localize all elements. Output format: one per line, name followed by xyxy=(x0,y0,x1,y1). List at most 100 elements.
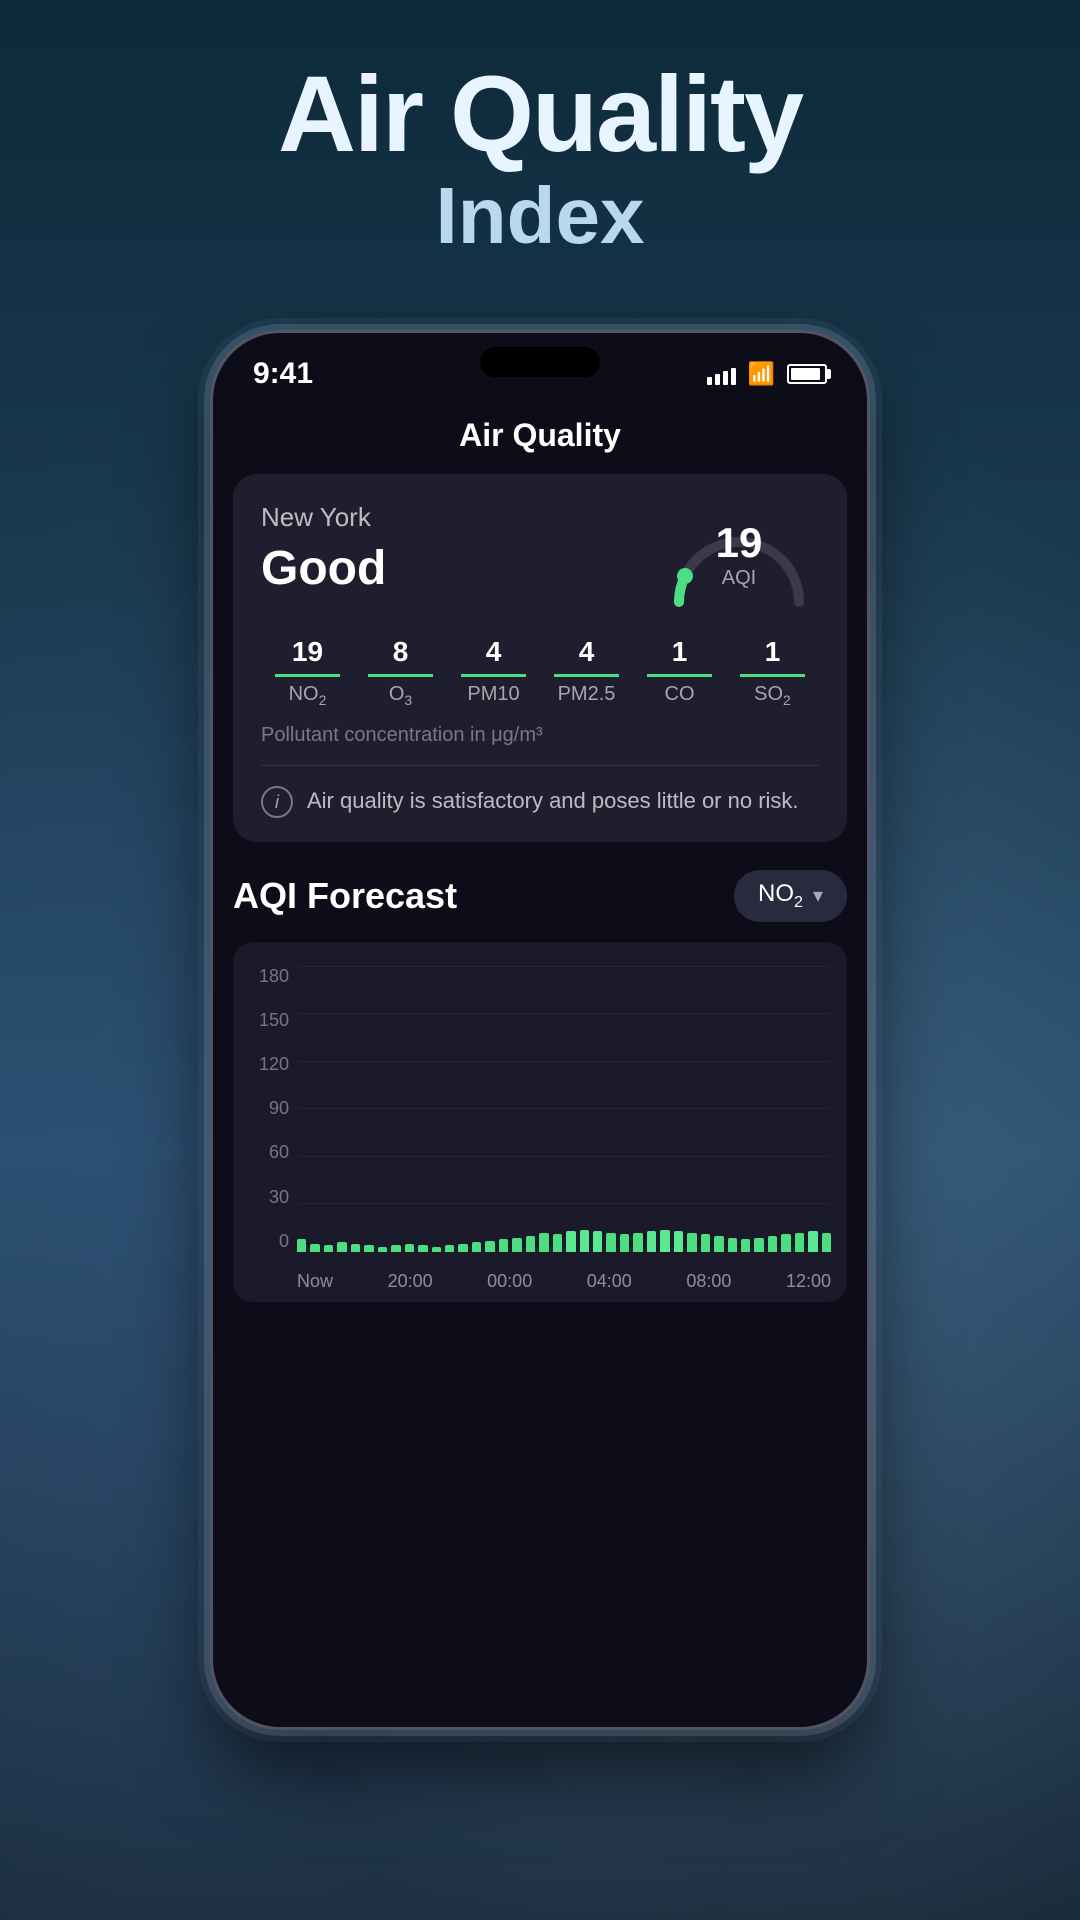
app-header: Air Quality xyxy=(213,403,867,474)
chart-bar xyxy=(405,1244,414,1252)
chart-bar xyxy=(566,1231,575,1252)
signal-bar-4 xyxy=(731,368,736,385)
info-text: Air quality is satisfactory and poses li… xyxy=(307,784,799,817)
battery-icon xyxy=(787,364,827,384)
pollutant-pm25-value: 4 xyxy=(540,636,633,668)
chart-y-label-180: 180 xyxy=(249,966,289,987)
chart-bar xyxy=(674,1231,683,1252)
chart-bar xyxy=(593,1231,602,1252)
pollutant-co: 1 CO xyxy=(633,636,726,708)
chart-bar xyxy=(337,1242,346,1252)
chart-bar xyxy=(499,1239,508,1252)
chart-bar xyxy=(795,1233,804,1252)
chart-y-label-150: 150 xyxy=(249,1010,289,1031)
pollutant-co-bar xyxy=(647,674,712,677)
phone-frame: 9:41 📶 Air Quality xyxy=(210,330,870,1730)
chart-bar xyxy=(485,1241,494,1252)
chart-bar xyxy=(606,1233,615,1252)
chart-bar xyxy=(822,1233,831,1252)
pollutant-no2: 19 NO2 xyxy=(261,636,354,708)
aqi-location: New York xyxy=(261,502,386,533)
chart-y-label-0: 0 xyxy=(249,1231,289,1252)
chart-bar xyxy=(553,1234,562,1251)
signal-bars-icon xyxy=(707,363,736,385)
forecast-dropdown-label: NO2 xyxy=(758,880,803,912)
chart-y-label-30: 30 xyxy=(249,1187,289,1208)
chart-bar xyxy=(472,1242,481,1252)
chart-x-label-now: Now xyxy=(297,1271,333,1292)
aqi-gauge-label: AQI xyxy=(722,567,756,590)
pollutants-grid: 19 NO2 8 O3 4 PM10 4 xyxy=(261,636,819,708)
pollutant-o3: 8 O3 xyxy=(354,636,447,708)
aqi-quality: Good xyxy=(261,541,386,596)
chart-bar xyxy=(324,1245,333,1251)
chart-bar xyxy=(633,1233,642,1252)
chart-bar xyxy=(580,1230,589,1252)
pollutant-pm25-name: PM2.5 xyxy=(540,683,633,706)
chart-x-label-0400: 04:00 xyxy=(587,1271,632,1292)
chart-bar xyxy=(701,1234,710,1251)
page-title-main: Air Quality xyxy=(0,60,1080,168)
chart-bar xyxy=(378,1247,387,1252)
info-note: Air quality is satisfactory and poses li… xyxy=(261,784,819,818)
aqi-card-top: New York Good 19 AQI xyxy=(261,502,819,612)
chart-bar xyxy=(754,1238,763,1252)
status-bar: 9:41 📶 xyxy=(213,333,867,403)
chart-bar xyxy=(768,1236,777,1252)
chart-bar xyxy=(432,1247,441,1252)
pollutant-pm10-name: PM10 xyxy=(447,683,540,706)
forecast-section: AQI Forecast NO2 ▾ 180 150 120 90 60 30 xyxy=(233,870,847,1302)
status-time: 9:41 xyxy=(253,357,313,391)
pollutant-co-value: 1 xyxy=(633,636,726,668)
aqi-gauge-container: 19 AQI xyxy=(659,502,819,612)
forecast-dropdown[interactable]: NO2 ▾ xyxy=(734,870,847,922)
battery-fill xyxy=(791,368,820,380)
chart-bar xyxy=(364,1245,373,1251)
chart-bar xyxy=(418,1245,427,1251)
signal-bar-3 xyxy=(723,371,728,385)
chart-bar xyxy=(714,1236,723,1252)
pollutant-o3-bar xyxy=(368,674,433,677)
pollutant-pm25-bar xyxy=(554,674,619,677)
chart-bar xyxy=(458,1244,467,1252)
chart-bar xyxy=(445,1245,454,1251)
pollutant-co-name: CO xyxy=(633,683,726,706)
scroll-content[interactable]: New York Good 19 AQI xyxy=(213,474,867,1302)
pollutant-pm10: 4 PM10 xyxy=(447,636,540,708)
chart-x-labels: Now 20:00 00:00 04:00 08:00 12:00 xyxy=(297,1271,831,1292)
chart-y-label-90: 90 xyxy=(249,1098,289,1119)
app-header-title: Air Quality xyxy=(459,417,621,453)
dynamic-island xyxy=(480,347,600,377)
chart-y-labels: 180 150 120 90 60 30 0 xyxy=(249,966,289,1252)
chart-area xyxy=(297,966,831,1252)
chart-bar xyxy=(741,1239,750,1252)
phone-screen: 9:41 📶 Air Quality xyxy=(213,333,867,1727)
chevron-down-icon: ▾ xyxy=(813,883,823,908)
chart-bar xyxy=(351,1244,360,1252)
aqi-card: New York Good 19 AQI xyxy=(233,474,847,842)
pollutant-pm10-value: 4 xyxy=(447,636,540,668)
chart-bar xyxy=(687,1233,696,1252)
pollutant-no2-value: 19 xyxy=(261,636,354,668)
chart-container: 180 150 120 90 60 30 0 xyxy=(233,942,847,1302)
pollutant-so2: 1 SO2 xyxy=(726,636,819,708)
status-icons: 📶 xyxy=(707,361,827,387)
chart-x-label-2000: 20:00 xyxy=(388,1271,433,1292)
pollutant-no2-bar xyxy=(275,674,340,677)
chart-bar xyxy=(728,1238,737,1252)
chart-bar xyxy=(620,1234,629,1251)
chart-bar xyxy=(310,1244,319,1252)
wifi-icon: 📶 xyxy=(748,361,775,387)
chart-bar xyxy=(526,1236,535,1252)
pollutant-pm25: 4 PM2.5 xyxy=(540,636,633,708)
chart-bar xyxy=(391,1245,400,1251)
concentration-note: Pollutant concentration in μg/m³ xyxy=(261,724,819,766)
chart-x-label-0000: 00:00 xyxy=(487,1271,532,1292)
aqi-info: New York Good xyxy=(261,502,386,596)
forecast-title: AQI Forecast xyxy=(233,875,457,917)
chart-bar xyxy=(297,1239,306,1252)
signal-bar-2 xyxy=(715,374,720,385)
info-icon xyxy=(261,786,293,818)
pollutant-pm10-bar xyxy=(461,674,526,677)
pollutant-o3-value: 8 xyxy=(354,636,447,668)
